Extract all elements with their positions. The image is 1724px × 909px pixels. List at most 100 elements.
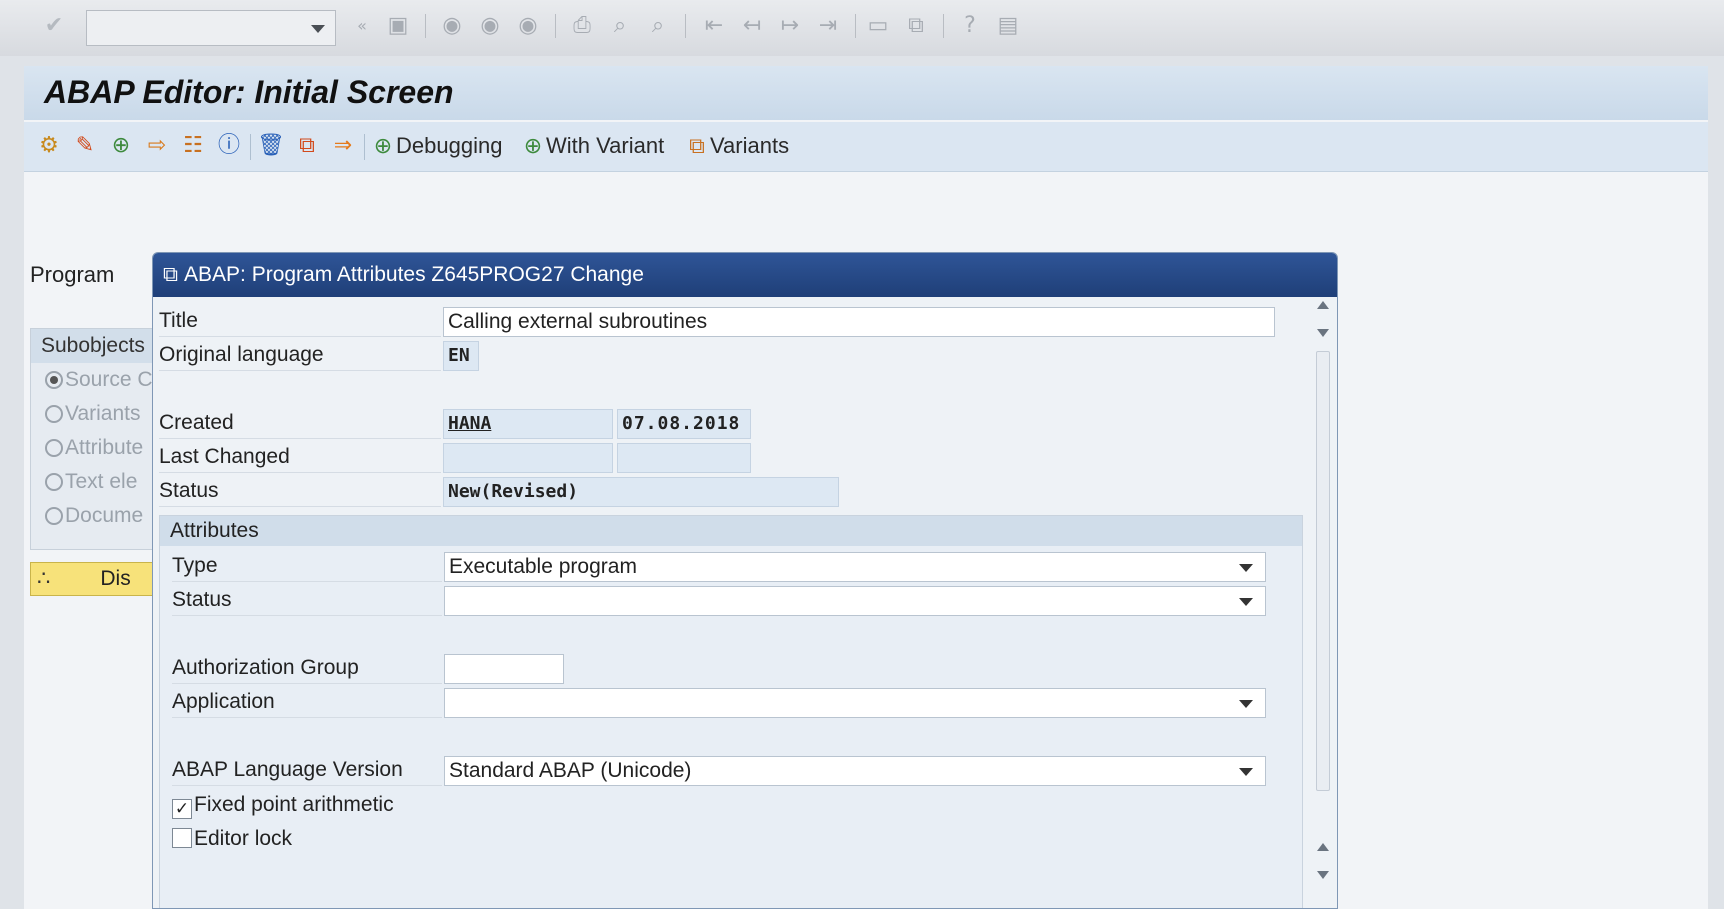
program-attributes-dialog: ⧉ ABAP: Program Attributes Z645PROG27 Cha… — [152, 252, 1338, 909]
type-label: Type — [172, 550, 442, 582]
radio-button[interactable] — [45, 507, 63, 525]
dialog-scrollbar[interactable] — [1311, 301, 1335, 901]
object-list-icon[interactable]: ☷ — [178, 130, 208, 162]
subobject-label: Attribute — [65, 436, 144, 459]
title-bar: ABAP Editor: Initial Screen — [24, 66, 1708, 120]
execute-icon[interactable]: ⊕ — [106, 130, 136, 162]
editor-lock-checkbox[interactable]: Editor lock — [172, 824, 292, 854]
attributes-group: Attributes Type Executable program Statu… — [159, 515, 1303, 908]
debugging-label: Debugging — [396, 133, 503, 158]
customize-layout-icon[interactable]: ▤ — [994, 12, 1022, 40]
created-label: Created — [159, 407, 441, 439]
chevron-down-icon[interactable] — [311, 25, 325, 33]
abap-language-version-dropdown[interactable]: Standard ABAP (Unicode) — [444, 756, 1266, 786]
with-variant-button[interactable]: ⊕ With Variant — [520, 130, 664, 162]
subobject-label: Variants — [65, 402, 141, 425]
subobject-label: Docume — [65, 504, 144, 527]
delete-icon[interactable]: 🗑 — [256, 130, 286, 162]
subobjects-header: Subobjects — [31, 329, 169, 363]
print-icon[interactable]: ⎙ — [568, 12, 596, 40]
find-icon[interactable]: ⌕ — [606, 12, 634, 40]
find-next-icon[interactable]: ⌕ — [644, 12, 672, 40]
subobject-source-radio[interactable]: Source C — [31, 363, 169, 397]
copy-icon[interactable]: ⧉ — [292, 130, 322, 162]
subobject-variants-radio[interactable]: Variants — [31, 397, 169, 431]
authorization-group-field[interactable] — [444, 654, 564, 684]
scroll-down-icon[interactable] — [1317, 329, 1329, 337]
status-label: Status — [159, 475, 441, 507]
other-object-icon[interactable]: ⚙ — [34, 130, 64, 162]
radio-button[interactable] — [45, 371, 63, 389]
edit-window-icon: ⧉ — [163, 263, 178, 286]
toolbar-separator — [555, 14, 556, 38]
last-changed-label: Last Changed — [159, 441, 441, 473]
attr-status-label: Status — [172, 584, 442, 616]
first-page-icon[interactable]: ⇤ — [700, 12, 728, 40]
fixed-point-arithmetic-label: Fixed point arithmetic — [194, 793, 394, 816]
exit-icon[interactable]: ◉ — [476, 12, 504, 40]
back-icon[interactable]: ◉ — [438, 12, 466, 40]
application-label: Application — [172, 686, 442, 718]
with-variant-label: With Variant — [546, 133, 665, 158]
program-label: Program — [30, 262, 115, 287]
dialog-header: ⧉ ABAP: Program Attributes Z645PROG27 Cha… — [153, 253, 1337, 297]
title-field[interactable]: Calling external subroutines — [443, 307, 1275, 337]
subobject-text-elements-radio[interactable]: Text ele — [31, 465, 169, 499]
variants-button[interactable]: ⧉ Variants — [684, 130, 789, 162]
debugging-button[interactable]: ⊕ Debugging — [370, 130, 503, 162]
new-session-icon[interactable]: ▭ — [864, 12, 892, 40]
variants-label: Variants — [710, 133, 790, 158]
attributes-header: Attributes — [160, 516, 1302, 546]
created-by-value: HANA — [448, 413, 492, 434]
application-dropdown[interactable] — [444, 688, 1266, 718]
variants-icon: ⧉ — [689, 133, 705, 158]
radio-button[interactable] — [45, 473, 63, 491]
subobject-documentation-radio[interactable]: Docume — [31, 499, 169, 533]
toolbar-separator — [425, 14, 426, 38]
scroll-up-icon[interactable] — [1317, 843, 1329, 851]
toolbar-separator — [364, 134, 365, 160]
previous-page-icon[interactable]: ↤ — [738, 12, 766, 40]
shortcut-icon[interactable]: ⧉ — [902, 12, 930, 40]
rename-icon[interactable]: ⇒ — [328, 130, 358, 162]
scroll-up-icon[interactable] — [1317, 301, 1329, 309]
type-dropdown[interactable]: Executable program — [444, 552, 1266, 582]
status-field: New(Revised) — [443, 477, 839, 507]
scrollbar-thumb[interactable] — [1316, 351, 1330, 791]
help-icon[interactable]: ? — [956, 12, 984, 40]
original-language-label: Original language — [159, 339, 441, 371]
fixed-point-arithmetic-checkbox[interactable]: ✓ Fixed point arithmetic — [172, 790, 394, 820]
display-button[interactable]: ∴ Dis — [30, 562, 170, 596]
radio-button[interactable] — [45, 405, 63, 423]
checkbox[interactable]: ✓ — [172, 799, 192, 819]
toolbar-separator — [855, 14, 856, 38]
command-field[interactable] — [86, 10, 336, 46]
toolbar-separator — [685, 14, 686, 38]
dialog-title: ABAP: Program Attributes Z645PROG27 Chan… — [184, 263, 644, 286]
where-used-icon[interactable]: ⇨ — [142, 130, 172, 162]
created-on-field: 07.08.2018 — [617, 409, 751, 439]
last-page-icon[interactable]: ⇥ — [814, 12, 842, 40]
scroll-down-icon[interactable] — [1317, 871, 1329, 879]
attr-status-dropdown[interactable] — [444, 586, 1266, 616]
authorization-group-label: Authorization Group — [172, 652, 442, 684]
next-page-icon[interactable]: ↦ — [776, 12, 804, 40]
toolbar-separator — [943, 14, 944, 38]
subobject-attributes-radio[interactable]: Attribute — [31, 431, 169, 465]
glasses-icon: ∴ — [37, 567, 51, 590]
display-label: Dis — [100, 567, 131, 590]
subobject-label: Source C — [65, 368, 153, 391]
info-icon[interactable]: ⓘ — [214, 130, 244, 162]
abap-language-version-label: ABAP Language Version — [172, 754, 442, 786]
checkbox[interactable] — [172, 828, 192, 848]
enter-icon[interactable]: ✔ — [40, 12, 68, 40]
title-label: Title — [159, 305, 441, 337]
change-pencil-icon[interactable]: ✎ — [70, 130, 100, 162]
radio-button[interactable] — [45, 439, 63, 457]
debug-icon: ⊕ — [373, 133, 393, 158]
editor-lock-label: Editor lock — [194, 827, 293, 850]
last-changed-by-field — [443, 443, 613, 473]
save-icon[interactable]: ▣ — [384, 12, 412, 40]
cancel-icon[interactable]: ◉ — [514, 12, 542, 40]
subobject-label: Text ele — [65, 470, 138, 493]
